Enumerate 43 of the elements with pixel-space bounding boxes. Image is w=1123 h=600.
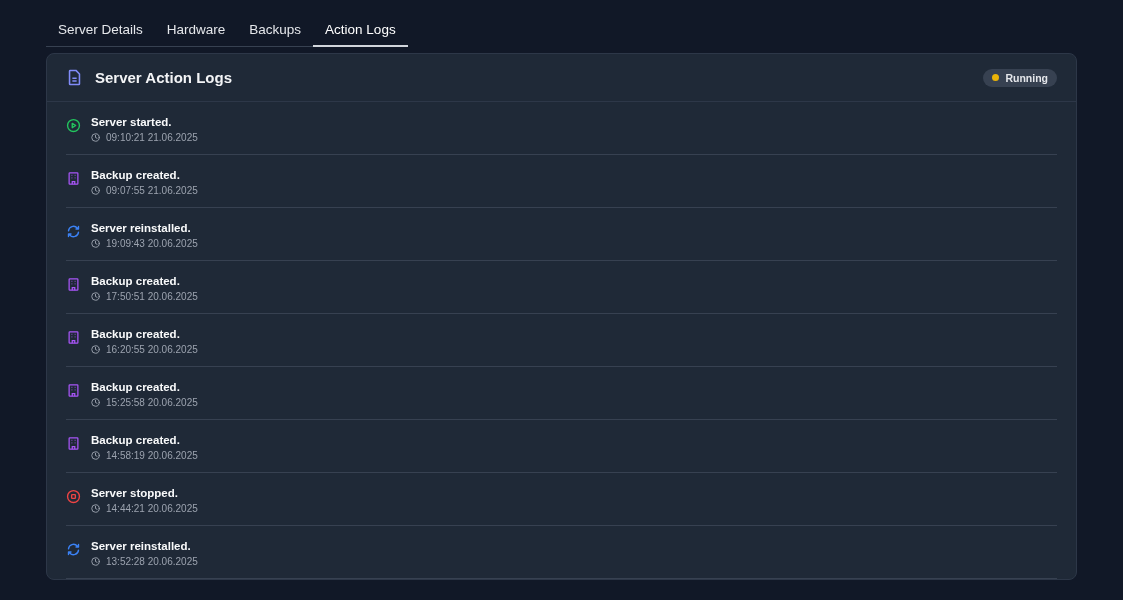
log-time: 17:50:51 20.06.2025 <box>106 291 198 302</box>
tab[interactable]: Hardware <box>154 16 238 47</box>
log-message: Backup created. <box>91 169 181 181</box>
tab[interactable]: Backups <box>237 16 314 47</box>
card-title: Server Action Logs <box>95 69 232 86</box>
log-message: Server reinstalled. <box>91 540 192 552</box>
clock-icon <box>91 504 100 513</box>
building-icon <box>66 277 81 292</box>
log-message: Backup created. <box>91 275 181 287</box>
stop-circle-icon <box>66 489 81 504</box>
log-message: Backup created. <box>91 434 181 446</box>
log-message: Server reinstalled. <box>91 222 192 234</box>
log-time: 14:58:19 20.06.2025 <box>106 450 198 461</box>
clock-icon <box>91 398 100 407</box>
tab[interactable]: Server Details <box>46 16 155 47</box>
log-time: 09:07:55 21.06.2025 <box>106 185 198 196</box>
log-time: 14:44:21 20.06.2025 <box>106 503 198 514</box>
log-time: 15:25:58 20.06.2025 <box>106 397 198 408</box>
refresh-icon <box>66 542 81 557</box>
clock-icon <box>91 186 100 195</box>
log-message: Server started. <box>91 116 173 128</box>
building-icon <box>66 383 81 398</box>
log-message: Backup created. <box>91 328 181 340</box>
log-time: 09:10:21 21.06.2025 <box>106 132 198 143</box>
tab[interactable]: Action Logs <box>313 16 408 47</box>
building-icon <box>66 171 81 186</box>
status-label: Running <box>1005 71 1048 84</box>
document-icon <box>66 69 83 86</box>
clock-icon <box>91 557 100 566</box>
log-message: Backup created. <box>91 381 181 393</box>
clock-icon <box>91 239 100 248</box>
building-icon <box>66 436 81 451</box>
log-time: 16:20:55 20.06.2025 <box>106 344 198 355</box>
log-message: Server stopped. <box>91 487 179 499</box>
clock-icon <box>91 345 100 354</box>
log-time: 19:09:43 20.06.2025 <box>106 238 198 249</box>
log-time: 13:52:28 20.06.2025 <box>106 556 198 567</box>
refresh-icon <box>66 224 81 239</box>
clock-icon <box>91 292 100 301</box>
clock-icon <box>91 451 100 460</box>
building-icon <box>66 330 81 345</box>
play-circle-icon <box>66 118 81 133</box>
clock-icon <box>91 133 100 142</box>
